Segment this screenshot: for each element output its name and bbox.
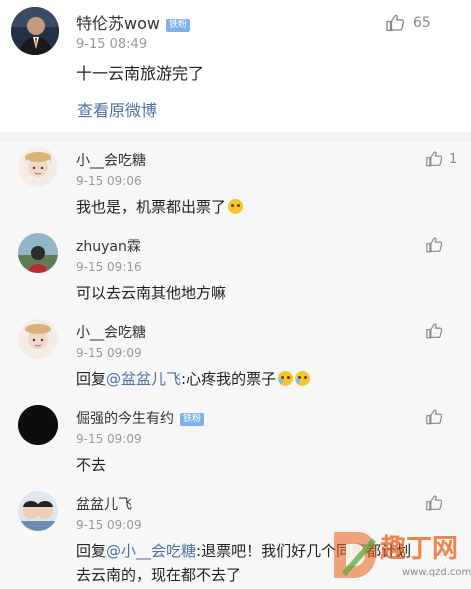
commenter-avatar[interactable] bbox=[18, 405, 58, 445]
view-original-link[interactable]: 查看原微博 bbox=[77, 97, 157, 121]
comment-time: 9-15 09:09 bbox=[76, 518, 142, 532]
commenter-name[interactable]: zhuyan霖 bbox=[76, 236, 141, 256]
reply-prefix: 回复 bbox=[76, 370, 107, 388]
commenter-avatar[interactable] bbox=[18, 233, 58, 273]
thumbs-up-icon bbox=[425, 322, 443, 340]
post-author-name[interactable]: 特伦苏wow 铁粉 bbox=[76, 10, 190, 34]
commenter-avatar[interactable] bbox=[18, 319, 58, 359]
avatar-image bbox=[18, 491, 58, 531]
commenter-avatar[interactable] bbox=[18, 491, 58, 531]
thumbs-up-icon bbox=[425, 408, 443, 426]
thumbs-up-icon bbox=[425, 236, 443, 254]
avatar-image bbox=[18, 233, 58, 273]
laugh-emoji-icon bbox=[228, 199, 244, 214]
commenter-name[interactable]: 盆盆儿飞 bbox=[76, 494, 132, 514]
comment-text: 我也是，机票都出票了 bbox=[76, 196, 244, 217]
comment-body: :退票吧！我们好几个同事都计划 bbox=[196, 542, 412, 560]
comment-list: 小__会吃糖 9-15 09:06 我也是，机票都出票了 1 zhuyan霖 9… bbox=[0, 142, 471, 589]
mention-link[interactable]: @盆盆儿飞 bbox=[106, 370, 181, 388]
comment-body: :心疼我的票子 bbox=[181, 370, 277, 388]
comment-body: 我也是，机票都出票了 bbox=[76, 198, 227, 216]
comment-time: 9-15 09:16 bbox=[76, 260, 142, 274]
thumbs-up-icon bbox=[425, 150, 443, 168]
avatar-image bbox=[18, 405, 58, 445]
post-like-button[interactable]: 65 bbox=[385, 13, 431, 33]
avatar-image bbox=[11, 7, 59, 55]
commenter-avatar[interactable] bbox=[18, 147, 58, 187]
comment-text: 可以去云南其他地方嘛 bbox=[76, 284, 227, 302]
comment-text-line2: 去云南的，现在都不去了 bbox=[76, 566, 242, 584]
comment-like-button[interactable] bbox=[425, 236, 449, 254]
comment-time: 9-15 09:09 bbox=[76, 346, 142, 360]
fan-badge: 铁粉 bbox=[165, 19, 190, 32]
commenter-name[interactable]: 倔强的今生有约 铁粉 bbox=[76, 408, 205, 428]
comment-text: 不去 bbox=[76, 456, 107, 474]
comment-text: 回复@小__会吃糖:退票吧！我们好几个同事都计划 bbox=[76, 540, 411, 561]
comment-time: 9-15 09:09 bbox=[76, 432, 142, 446]
comment-like-button[interactable] bbox=[425, 494, 449, 512]
comment-text: 回复@盆盆儿飞:心疼我的票子 bbox=[76, 368, 311, 389]
author-avatar[interactable] bbox=[11, 7, 59, 55]
thumbs-up-icon bbox=[385, 13, 405, 33]
section-divider bbox=[0, 132, 471, 142]
mention-link[interactable]: @小__会吃糖 bbox=[106, 542, 196, 560]
commenter-name[interactable]: 小__会吃糖 bbox=[76, 150, 146, 170]
post-time: 9-15 08:49 bbox=[76, 37, 148, 52]
commenter-name-label[interactable]: 倔强的今生有约 bbox=[76, 411, 174, 427]
post-text: 十一云南旅游完了 bbox=[76, 64, 205, 83]
post-author-label[interactable]: 特伦苏wow bbox=[76, 14, 160, 33]
comment-like-button[interactable]: 1 bbox=[425, 150, 457, 168]
avatar-image bbox=[18, 147, 58, 187]
reply-prefix: 回复 bbox=[76, 542, 107, 560]
comment-like-button[interactable] bbox=[425, 322, 449, 340]
main-post: 特伦苏wow 铁粉 9-15 08:49 十一云南旅游完了 查看原微博 65 bbox=[0, 0, 471, 132]
fan-badge: 铁粉 bbox=[180, 413, 205, 426]
comment-time: 9-15 09:06 bbox=[76, 174, 142, 188]
comment-like-button[interactable] bbox=[425, 408, 449, 426]
commenter-name[interactable]: 小__会吃糖 bbox=[76, 322, 146, 342]
thumbs-up-icon bbox=[425, 494, 443, 512]
avatar-image bbox=[18, 319, 58, 359]
comment-like-count: 1 bbox=[449, 151, 458, 167]
crying-laugh-emoji-icon bbox=[295, 371, 311, 386]
crying-laugh-emoji-icon bbox=[278, 371, 294, 386]
post-like-count: 65 bbox=[413, 15, 431, 31]
